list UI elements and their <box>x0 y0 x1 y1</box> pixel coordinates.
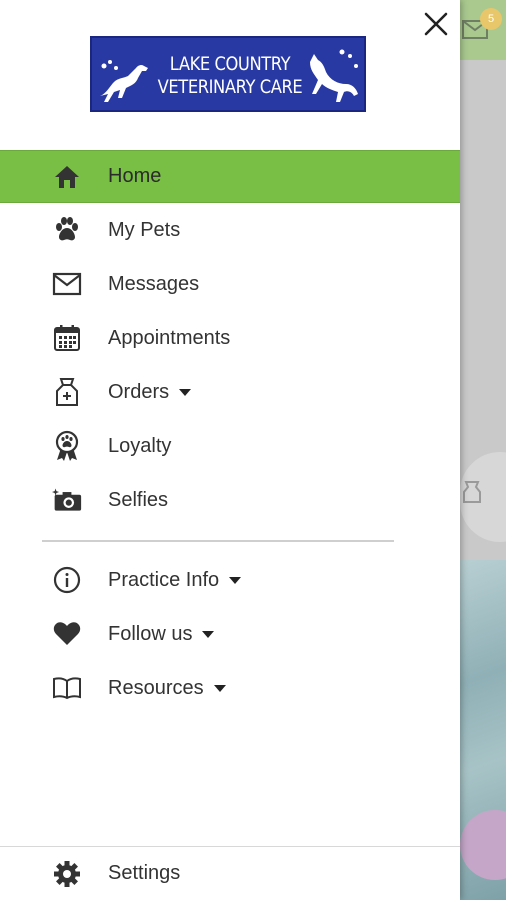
logo-line-1: LAKE COUNTRY <box>169 53 291 75</box>
info-icon <box>52 565 82 595</box>
close-icon <box>424 12 448 36</box>
nav-label-loyalty: Loyalty <box>108 434 172 457</box>
navigation-drawer: LAKE COUNTRY VETERINARY CARE Home My Pet… <box>0 0 460 900</box>
envelope-icon <box>52 269 82 299</box>
nav-item-orders[interactable]: Orders <box>0 365 460 419</box>
chevron-down-icon <box>179 388 192 396</box>
nav-item-follow-us[interactable]: Follow us <box>0 607 460 661</box>
chevron-down-icon <box>213 684 226 692</box>
nav-label-selfies: Selfies <box>108 488 169 511</box>
secondary-nav: Practice Info Follow us Resources <box>0 553 460 715</box>
food-bag-icon <box>463 481 481 503</box>
nav-item-appointments[interactable]: Appointments <box>0 311 460 365</box>
practice-logo: LAKE COUNTRY VETERINARY CARE <box>90 36 366 112</box>
nav-label-my-pets: My Pets <box>108 218 181 241</box>
nav-label-practice-info-text: Practice Info <box>108 568 220 591</box>
nav-label-appointments: Appointments <box>108 326 231 349</box>
notification-badge: 5 <box>480 8 502 30</box>
loyalty-badge-icon <box>52 430 82 461</box>
nav-label-orders-text: Orders <box>108 380 170 403</box>
nav-item-selfies[interactable]: Selfies <box>0 473 460 527</box>
gear-icon <box>52 859 82 889</box>
nav-label-practice-info: Practice Info <box>108 568 242 592</box>
nav-divider <box>42 540 394 542</box>
logo-text: LAKE COUNTRY VETERINARY CARE <box>111 38 348 114</box>
nav-label-home: Home <box>108 165 162 187</box>
background-app: 5 <box>460 0 506 900</box>
nav-item-resources[interactable]: Resources <box>0 661 460 715</box>
paw-icon <box>52 215 82 245</box>
logo-line-2: VETERINARY CARE <box>157 76 303 98</box>
nav-item-my-pets[interactable]: My Pets <box>0 203 460 257</box>
close-button[interactable] <box>418 6 454 42</box>
heart-icon <box>52 619 82 649</box>
calendar-icon <box>52 323 82 353</box>
nav-label-orders: Orders <box>108 380 192 404</box>
nav-item-practice-info[interactable]: Practice Info <box>0 553 460 607</box>
camera-icon <box>52 485 82 515</box>
nav-label-resources: Resources <box>108 677 226 700</box>
nav-item-messages[interactable]: Messages <box>0 257 460 311</box>
nav-label-settings: Settings <box>108 862 181 884</box>
chevron-down-icon <box>202 630 215 638</box>
nav-label-follow-us: Follow us <box>108 622 215 646</box>
book-icon <box>52 673 82 703</box>
chevron-down-icon <box>229 576 242 584</box>
home-icon <box>52 162 82 192</box>
nav-item-home[interactable]: Home <box>0 150 460 203</box>
nav-label-resources-text: Resources <box>108 676 204 699</box>
nav-label-messages: Messages <box>108 272 200 295</box>
nav-item-settings[interactable]: Settings <box>0 847 460 900</box>
nav-item-loyalty[interactable]: Loyalty <box>0 419 460 473</box>
nav-label-follow-us-text: Follow us <box>108 622 193 645</box>
food-bag-icon <box>52 377 82 407</box>
primary-nav: Home My Pets Messages Appointments Order… <box>0 150 460 527</box>
